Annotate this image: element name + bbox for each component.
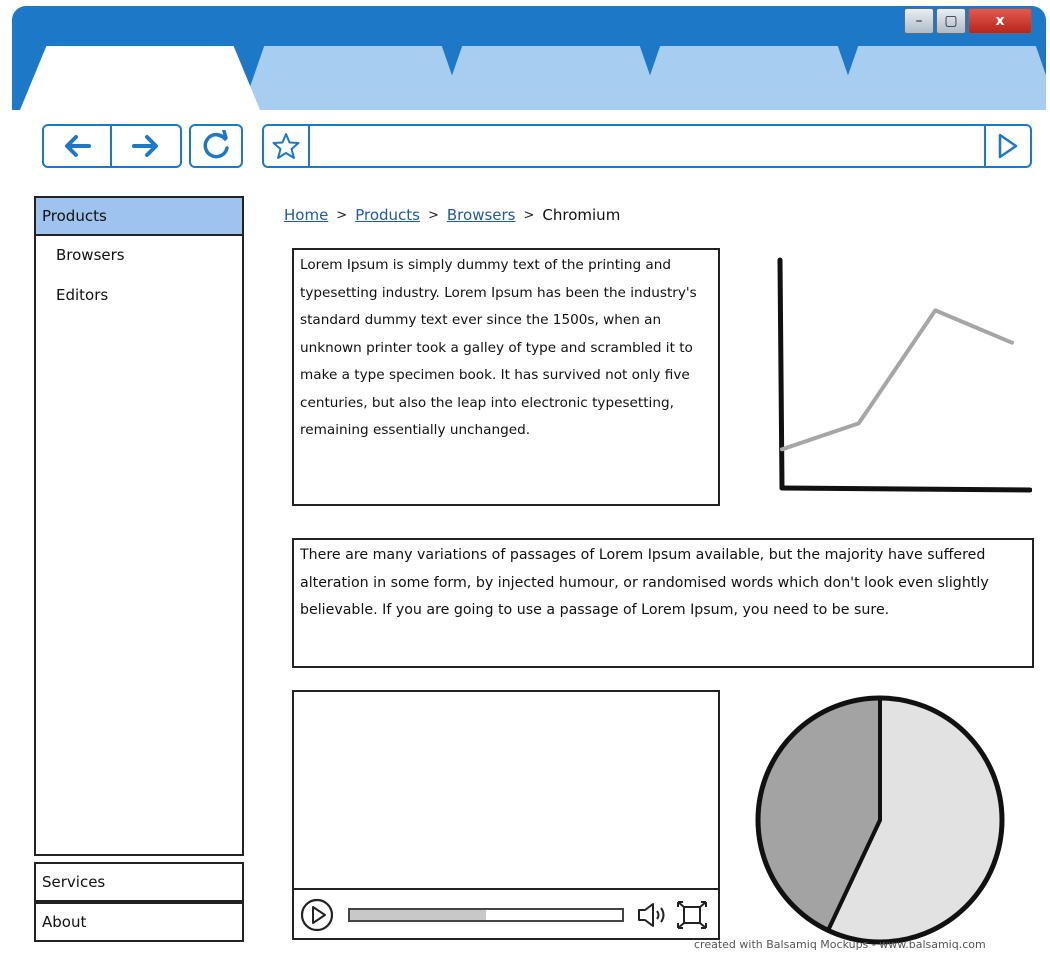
breadcrumb-current: Chromium [542,206,621,224]
breadcrumb-link-home[interactable]: Home [284,206,328,224]
navigation-toolbar [12,110,1046,182]
breadcrumb-separator: > [523,207,535,223]
back-button[interactable] [44,126,112,166]
address-bar [262,124,1032,168]
breadcrumb-link-products[interactable]: Products [355,206,420,224]
browser-tab-4[interactable] [638,46,860,110]
video-screen[interactable] [294,692,718,888]
video-player [292,690,720,940]
video-controls [294,888,718,938]
fullscreen-icon[interactable] [676,900,708,930]
page-content: Products Browsers Editors Services About… [12,182,1046,960]
browser-tab-5[interactable] [836,46,1046,110]
sidebar-header-about[interactable]: About [34,902,244,942]
volume-icon[interactable] [636,900,668,930]
video-progress-bar[interactable] [348,908,624,922]
breadcrumb-separator: > [427,207,439,223]
url-input[interactable] [310,126,984,166]
footer-credit: created with Balsamiq Mockups - www.bals… [694,938,986,951]
sidebar-panel-products: Products Browsers Editors [34,196,244,856]
close-button[interactable]: x [968,8,1032,34]
browser-window: – ▢ x Products Browsers Editors Services… [12,6,1046,960]
line-chart-series [780,308,1014,452]
line-chart-x-axis [779,485,1032,493]
arrow-left-icon [65,135,91,157]
back-forward-group [42,124,182,168]
reload-button[interactable] [189,124,243,168]
sidebar-header-services[interactable]: Services [34,862,244,902]
breadcrumb-link-browsers[interactable]: Browsers [447,206,516,224]
text-paragraph-2: There are many variations of passages of… [292,538,1034,668]
play-arrow-icon [998,133,1018,159]
breadcrumb-separator: > [336,207,348,223]
maximize-button[interactable]: ▢ [936,8,966,34]
play-icon[interactable] [300,898,334,932]
sidebar-accordion: Products Browsers Editors Services About [34,196,244,942]
breadcrumb: Home > Products > Browsers > Chromium [284,206,620,224]
video-progress-fill [350,910,486,920]
line-chart [777,257,1032,493]
browser-tab-active[interactable] [20,46,260,110]
arrow-right-icon [132,135,158,157]
minimize-button[interactable]: – [904,8,934,34]
sidebar-item-browsers[interactable]: Browsers [56,246,125,264]
browser-tab-3[interactable] [440,46,662,110]
forward-button[interactable] [112,126,180,166]
reload-icon [203,130,229,159]
sidebar-header-products[interactable]: Products [36,198,242,236]
line-chart-y-axis [777,257,785,491]
text-paragraph-1: Lorem Ipsum is simply dummy text of the … [292,248,720,506]
sidebar-item-editors[interactable]: Editors [56,286,108,304]
browser-tab-2[interactable] [242,46,464,110]
pie-chart [755,695,1005,945]
go-button[interactable] [984,126,1030,166]
bookmark-button[interactable] [264,126,310,166]
star-icon [272,133,300,159]
title-bar: – ▢ x [12,6,1046,110]
